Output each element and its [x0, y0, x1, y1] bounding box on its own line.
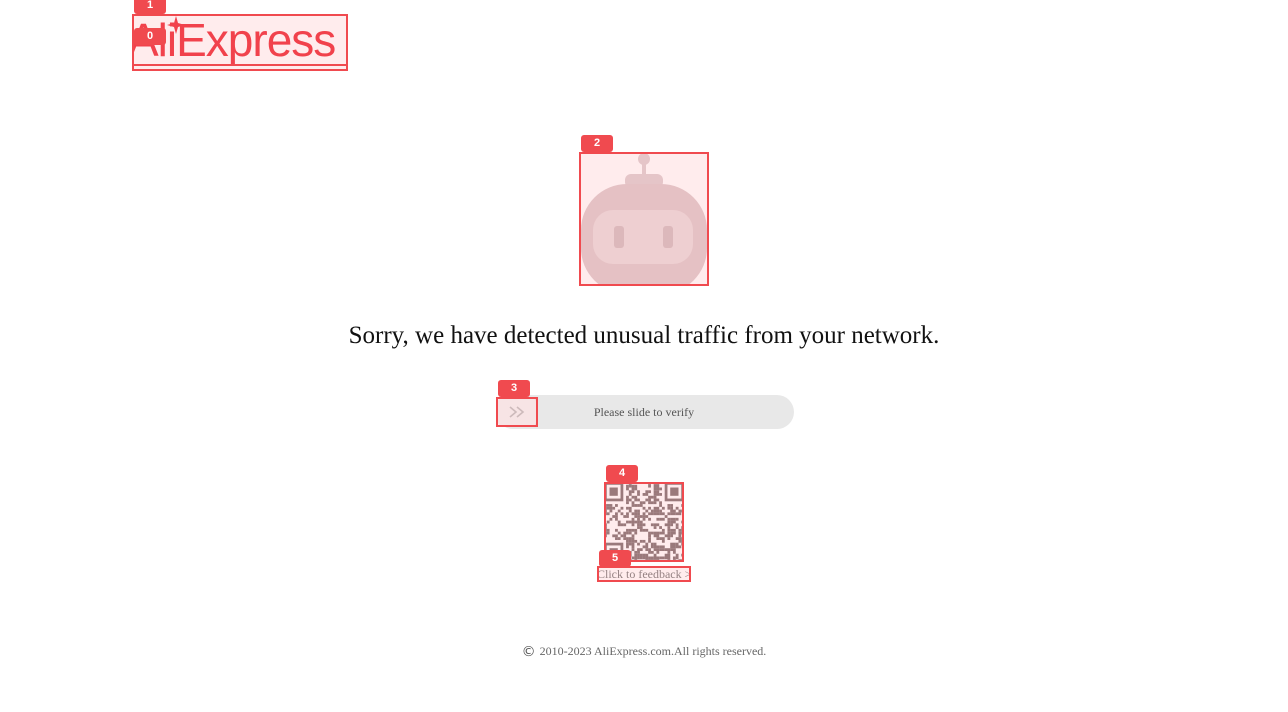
mark-tag-3: 3 [498, 380, 530, 397]
mark-tag-4: 4 [606, 465, 638, 482]
mark-tag-5: 5 [599, 550, 631, 567]
mark-tag-1: 1 [134, 0, 166, 14]
copyright-icon: © [521, 644, 536, 660]
copyright-text: 2010-2023 AliExpress.com.All rights rese… [539, 644, 767, 658]
slide-verify-label: Please slide to verify [593, 405, 695, 419]
unusual-traffic-message: Sorry, we have detected unusual traffic … [348, 322, 940, 349]
mark-box-5 [597, 566, 691, 582]
footer-copyright: © 2010-2023 AliExpress.com.All rights res… [0, 642, 1288, 661]
mark-tag-0: 0 [134, 28, 166, 45]
mark-box-2 [579, 152, 709, 286]
mark-box-3 [496, 397, 538, 427]
mark-box-1 [132, 64, 348, 71]
mark-tag-2: 2 [581, 135, 613, 152]
